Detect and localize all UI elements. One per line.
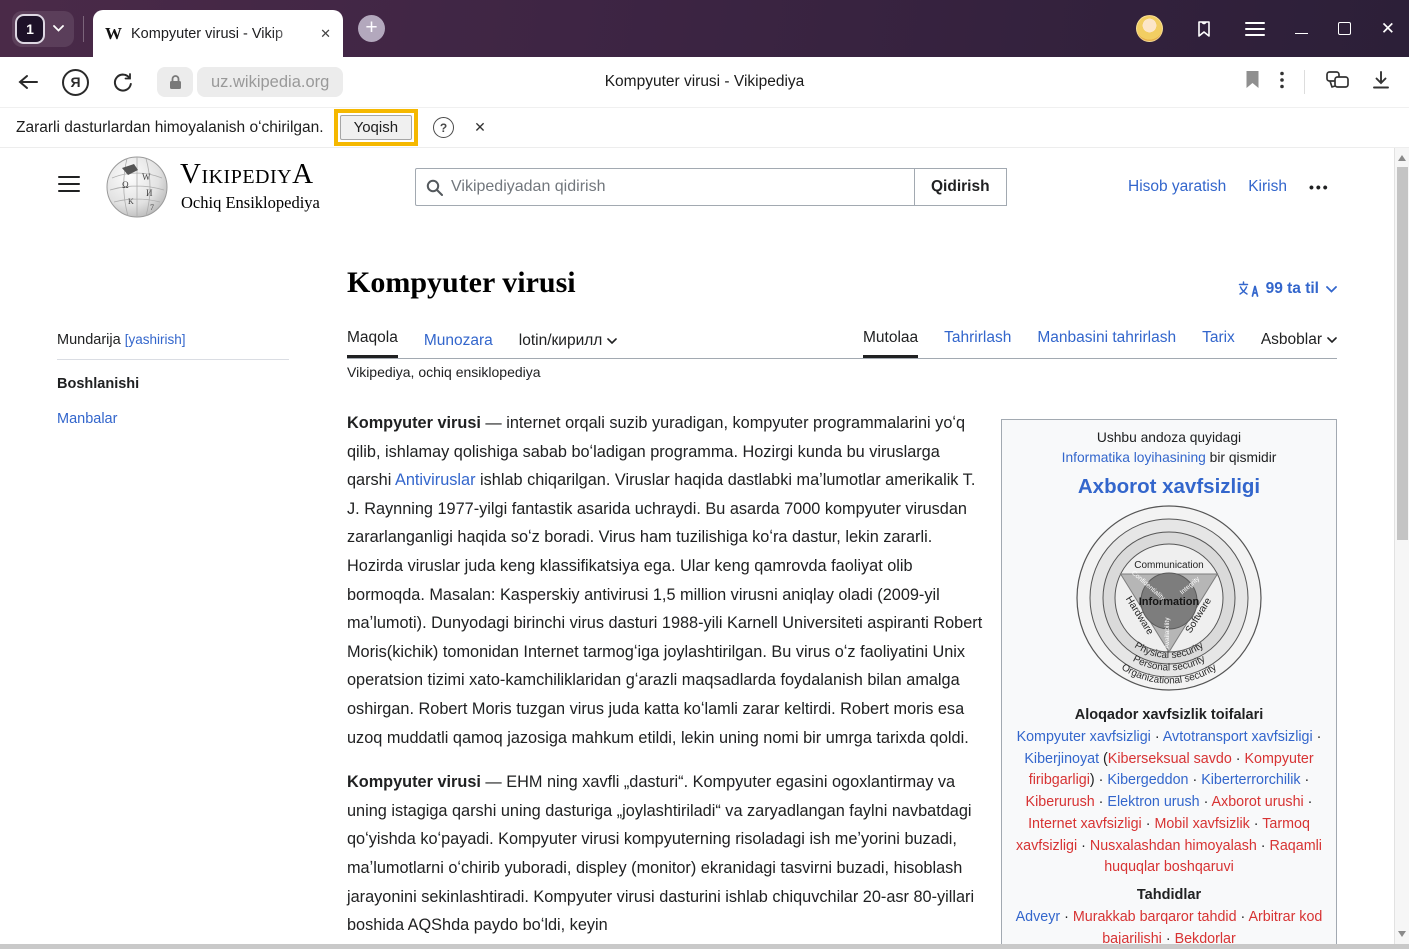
notification-help-icon[interactable]: ? (433, 117, 454, 138)
tab-maqola[interactable]: Maqola (347, 329, 398, 358)
notification-close-icon[interactable]: ✕ (474, 119, 486, 136)
information-security-diagram[interactable]: Communication Hardware Software Informat… (1063, 501, 1275, 699)
reload-button[interactable] (113, 72, 133, 92)
tab-counter-chevron-icon[interactable] (45, 25, 71, 32)
minimize-button[interactable] (1295, 24, 1308, 34)
svg-text:K: K (128, 197, 134, 206)
browser-window: 1 W Kompyuter virusi - Vikip ✕ + (0, 0, 1409, 949)
svg-text:Ω: Ω (122, 180, 129, 190)
toc-item-manbalar[interactable]: Manbalar (57, 411, 289, 427)
tab-munozara[interactable]: Munozara (424, 332, 493, 358)
language-icon (1238, 281, 1259, 297)
scrollbar-thumb[interactable] (1397, 167, 1408, 540)
wikipedia-tagline: Ochiq Ensiklopediya (181, 193, 320, 213)
infobox-threat-links[interactable]: Adveyr · Murakkab barqaror tahdid · Arbi… (1012, 907, 1326, 944)
table-of-contents: Mundarija [yashirish] Boshlanishi Manbal… (57, 332, 289, 427)
language-chevron-icon (1326, 286, 1337, 293)
article-body: Kompyuter virusi — internet orqali suzib… (347, 396, 987, 944)
login-link[interactable]: Kirish (1248, 178, 1287, 196)
search-icon (426, 179, 443, 196)
notification-text: Zararli dasturlardan himoyalanish oʻchir… (16, 119, 324, 137)
tab-tarix[interactable]: Tarix (1202, 329, 1235, 358)
tab-counter[interactable]: 1 (12, 11, 74, 47)
downloads-icon[interactable] (1371, 70, 1391, 95)
toc-heading: Mundarija (57, 332, 121, 348)
yandex-services-button[interactable]: Я (62, 69, 89, 96)
window-bottom-edge (0, 944, 1409, 949)
language-selector[interactable]: 99 ta til (1238, 280, 1337, 298)
toc-hide-link[interactable]: [yashirish] (125, 332, 186, 347)
infobox-note-line2: Informatika loyihasining bir qismidir (1012, 448, 1326, 468)
wikipedia-wordmark[interactable]: VikipediyA (180, 158, 314, 191)
infobox-axborot-xavfsizligi: Ushbu andoza quyidagi Informatika loyiha… (1001, 419, 1337, 944)
page-scrollbar[interactable] (1394, 148, 1409, 944)
close-window-button[interactable]: ✕ (1381, 19, 1395, 39)
enable-protection-button[interactable]: Yoqish (340, 115, 413, 140)
tabstrip-divider (83, 16, 84, 42)
tab-counter-value[interactable]: 1 (15, 14, 45, 44)
tab-manbasini-tahrirlash[interactable]: Manbasini tahrirlash (1037, 329, 1176, 358)
article-title: Kompyuter virusi (347, 266, 576, 300)
toolbar-divider (1304, 70, 1305, 94)
back-button[interactable] (18, 74, 38, 90)
variant-chevron-icon (607, 338, 617, 344)
infobox-note-line1: Ushbu andoza quyidagi (1012, 428, 1326, 448)
tools-chevron-icon (1327, 337, 1337, 343)
svg-text:W: W (142, 172, 151, 182)
collections-icon[interactable] (1193, 18, 1215, 40)
tab-close-icon[interactable]: ✕ (320, 26, 331, 42)
site-subtitle: Vikipediya, ochiq ensiklopediya (347, 364, 541, 380)
browser-menu-icon[interactable] (1245, 21, 1265, 37)
diagram-label-information: Information (1139, 596, 1200, 608)
browser-topbar: 1 W Kompyuter virusi - Vikip ✕ + (0, 0, 1409, 57)
search-input[interactable] (451, 178, 904, 196)
diagram-label-availability: Availability (1164, 617, 1171, 649)
article-tabbar: Maqola Munozara lotin/кирилл Mutolaa Tah… (347, 326, 1337, 359)
scrollbar-up-arrow[interactable] (1398, 155, 1406, 161)
language-count[interactable]: 99 ta til (1266, 280, 1319, 298)
search-button[interactable]: Qidirish (915, 168, 1007, 206)
tab-mutolaa[interactable]: Mutolaa (863, 329, 918, 358)
new-tab-button[interactable]: + (358, 15, 385, 42)
create-account-link[interactable]: Hisob yaratish (1128, 178, 1226, 196)
bookmark-icon[interactable] (1245, 70, 1260, 94)
address-bar[interactable]: uz.wikipedia.org (197, 67, 343, 97)
browser-toolbar: Я uz.wikipedia.org Kompyuter virusi - Vi… (0, 57, 1409, 108)
scrollbar-down-arrow[interactable] (1398, 931, 1406, 937)
maximize-button[interactable] (1338, 22, 1351, 35)
enable-button-highlight: Yoqish (334, 109, 419, 146)
search-box[interactable] (415, 168, 915, 206)
extensions-panel-icon[interactable] (1325, 69, 1351, 96)
infobox-section-threats: Tahdidlar (1012, 887, 1326, 903)
main-menu-icon[interactable] (58, 176, 80, 197)
profile-avatar[interactable] (1136, 15, 1163, 42)
wikipedia-favicon: W (105, 24, 122, 44)
tools-dropdown[interactable]: Asboblar (1261, 329, 1337, 358)
more-options-icon[interactable] (1280, 71, 1284, 94)
toc-item-boshlanishi[interactable]: Boshlanishi (57, 376, 289, 392)
infobox-category-links[interactable]: Kompyuter xavfsizligi · Avtotransport xa… (1012, 727, 1326, 879)
tab-title: Kompyuter virusi - Vikip (131, 26, 311, 42)
wikipedia-globe-logo[interactable]: Ω W И K 7 (102, 154, 172, 220)
infobox-title-link[interactable]: Axborot xavfsizligi (1012, 475, 1326, 499)
tab-tahrirlash[interactable]: Tahrirlash (944, 329, 1011, 358)
user-menu-icon[interactable]: ••• (1309, 179, 1330, 195)
svg-text:7: 7 (150, 203, 154, 212)
paragraph-2: Kompyuter virusi — EHM ning xavfli „dast… (347, 768, 987, 940)
toc-divider (57, 359, 289, 360)
diagram-label-communication: Communication (1134, 560, 1203, 571)
wikipedia-page: Ω W И K 7 VikipediyA Ochiq Ensiklopediya… (0, 148, 1409, 944)
paragraph-1: Kompyuter virusi — internet orqali suzib… (347, 409, 987, 752)
variant-dropdown[interactable]: lotin/кирилл (519, 332, 618, 358)
protection-notification-bar: Zararli dasturlardan himoyalanish oʻchir… (0, 108, 1409, 148)
browser-tab[interactable]: W Kompyuter virusi - Vikip ✕ (93, 10, 343, 57)
infobox-section-categories: Aloqador xavfsizlik toifalari (1012, 707, 1326, 723)
svg-text:И: И (146, 188, 153, 198)
site-security-lock-icon[interactable] (157, 67, 193, 97)
